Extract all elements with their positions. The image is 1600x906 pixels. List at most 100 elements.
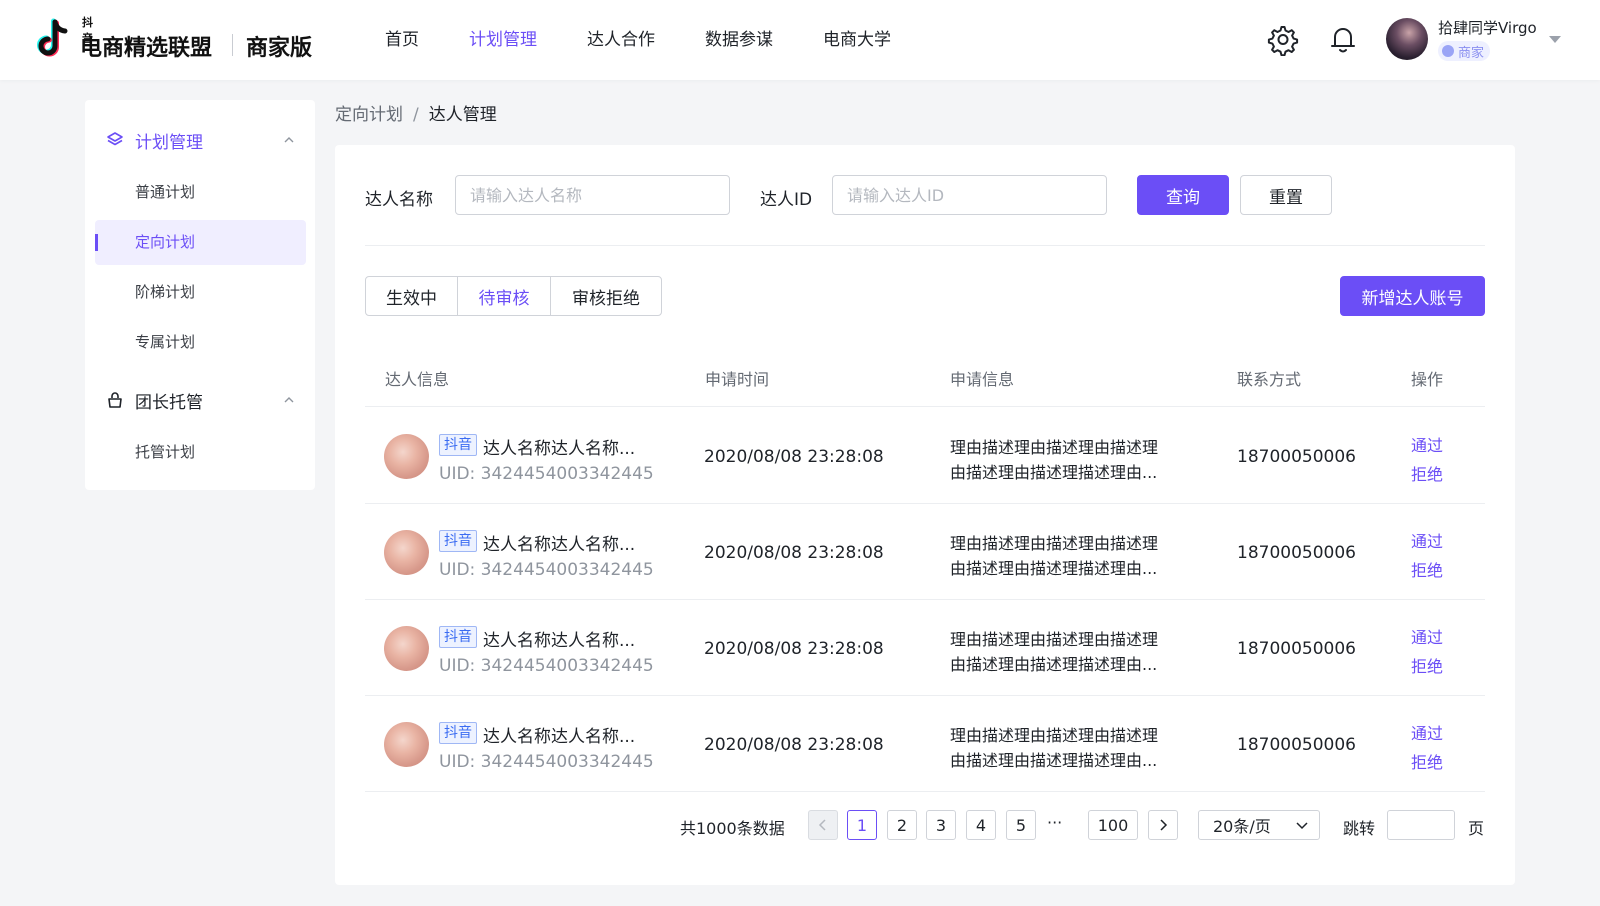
sidebar-item-normal-plan[interactable]: 普通计划 (95, 170, 306, 215)
sidebar-item-hosted-plan[interactable]: 托管计划 (95, 430, 306, 475)
reset-button[interactable]: 重置 (1240, 175, 1332, 215)
tab-review-rejected[interactable]: 审核拒绝 (551, 277, 661, 315)
pagination-page-3[interactable]: 3 (926, 810, 956, 840)
breadcrumb-parent[interactable]: 定向计划 (335, 105, 403, 125)
reject-link[interactable]: 拒绝 (1411, 749, 1443, 773)
platform-tag: 抖音 (439, 434, 477, 456)
add-influencer-account-button[interactable]: 新增达人账号 (1340, 276, 1485, 316)
influencer-name: 达人名称达人名称... (483, 439, 636, 459)
nav-influencer-cooperation[interactable]: 达人合作 (587, 0, 655, 80)
influencer-uid: UID: 3424454003342445 (439, 560, 654, 580)
table-header: 达人信息 申请时间 申请信息 联系方式 操作 (365, 345, 1485, 407)
settings-icon[interactable] (1266, 22, 1300, 56)
influencer-avatar (384, 434, 429, 479)
pagination-next-button[interactable] (1148, 810, 1178, 840)
influencer-name-label: 达人名称 (365, 190, 433, 210)
contact-phone: 18700050006 (1237, 543, 1356, 563)
contact-phone: 18700050006 (1237, 639, 1356, 659)
chevron-up-icon[interactable] (283, 395, 295, 405)
influencer-avatar (384, 530, 429, 575)
pagination-page-5[interactable]: 5 (1006, 810, 1036, 840)
approve-link[interactable]: 通过 (1411, 528, 1443, 552)
user-role-badge: 商家 (1438, 41, 1491, 61)
apply-info-line: 理由描述理由描述理由描述理 (950, 726, 1159, 745)
breadcrumb-current: 达人管理 (428, 105, 497, 125)
page-size-value: 20条/页 (1213, 817, 1271, 836)
douyin-logo-icon (37, 18, 68, 57)
shop-icon (1442, 45, 1454, 57)
pagination-page-2[interactable]: 2 (887, 810, 917, 840)
pagination-total: 共1000条数据 (680, 819, 785, 838)
top-header: 抖音 电商精选联盟 商家版 首页 计划管理 达人合作 数据参谋 电商大学 拾肆同… (0, 0, 1600, 80)
apply-info: 理由描述理由描述理由描述理 由描述理由描述理描述理由... (950, 627, 1158, 677)
sidebar-item-targeted-plan[interactable]: 定向计划 (95, 220, 306, 265)
pagination-page-1[interactable]: 1 (847, 810, 877, 840)
pagination-ellipsis[interactable]: ··· (1047, 813, 1062, 832)
apply-info: 理由描述理由描述理由描述理 由描述理由描述理描述理由... (950, 723, 1158, 773)
reject-link[interactable]: 拒绝 (1411, 557, 1443, 581)
influencer-avatar (384, 626, 429, 671)
influencer-name: 达人名称达人名称... (483, 535, 636, 555)
filter-divider (365, 245, 1485, 246)
contact-phone: 18700050006 (1237, 735, 1356, 755)
tab-active[interactable]: 生效中 (366, 277, 458, 315)
query-button[interactable]: 查询 (1137, 175, 1229, 215)
column-header-contact: 联系方式 (1237, 370, 1302, 389)
platform-tag: 抖音 (439, 530, 477, 552)
sidebar-group-label: 计划管理 (135, 132, 203, 153)
logo-edition-text: 商家版 (246, 36, 313, 61)
pagination-page-last[interactable]: 100 (1088, 810, 1138, 840)
influencer-uid: UID: 3424454003342445 (439, 752, 654, 772)
approve-link[interactable]: 通过 (1411, 432, 1443, 456)
chevron-up-icon[interactable] (283, 135, 295, 145)
column-header-apply-info: 申请信息 (950, 370, 1015, 389)
layers-icon (107, 132, 123, 146)
user-avatar[interactable] (1386, 18, 1428, 60)
pagination-prev-button[interactable] (808, 810, 838, 840)
influencer-uid: UID: 3424454003342445 (439, 464, 654, 484)
apply-info-line: 理由描述理由描述理由描述理 (950, 534, 1159, 553)
reject-link[interactable]: 拒绝 (1411, 653, 1443, 677)
user-role-label: 商家 (1458, 45, 1485, 61)
nav-data-advisor[interactable]: 数据参谋 (705, 0, 773, 80)
brand-logo[interactable]: 抖音 电商精选联盟 商家版 (34, 12, 312, 68)
column-header-influencer-info: 达人信息 (385, 370, 450, 389)
handbag-icon (108, 392, 122, 408)
apply-info-line: 由描述理由描述理描述理由... (950, 655, 1158, 674)
nav-home[interactable]: 首页 (385, 0, 419, 80)
influencer-id-input[interactable] (832, 175, 1107, 215)
approve-link[interactable]: 通过 (1411, 720, 1443, 744)
page-size-select[interactable]: 20条/页 (1198, 810, 1320, 840)
bell-icon[interactable] (1326, 22, 1360, 56)
sidebar-group-label: 团长托管 (135, 392, 203, 413)
reject-link[interactable]: 拒绝 (1411, 461, 1443, 485)
pagination-page-4[interactable]: 4 (966, 810, 996, 840)
sidebar: 计划管理 普通计划 定向计划 阶梯计划 专属计划 团长托管 托管计划 (85, 100, 315, 490)
user-name[interactable]: 拾肆同学Virgo (1438, 17, 1537, 38)
sidebar-item-tiered-plan[interactable]: 阶梯计划 (95, 270, 306, 315)
tab-pending-review[interactable]: 待审核 (458, 277, 551, 315)
main-panel: 达人名称 达人ID 查询 重置 生效中 待审核 审核拒绝 新增达人账号 达人信息… (335, 145, 1515, 885)
influencer-id-label: 达人ID (760, 190, 813, 210)
apply-time: 2020/08/08 23:28:08 (704, 639, 884, 659)
column-header-apply-time: 申请时间 (705, 370, 770, 389)
apply-info-line: 由描述理由描述理描述理由... (950, 559, 1158, 578)
chevron-right-icon (1160, 819, 1168, 831)
sidebar-item-exclusive-plan[interactable]: 专属计划 (95, 320, 306, 365)
sidebar-group-team-leader-hosting[interactable]: 团长托管 (85, 378, 315, 422)
table-row: 抖音 达人名称达人名称... UID: 3424454003342445 202… (365, 600, 1485, 696)
approve-link[interactable]: 通过 (1411, 624, 1443, 648)
user-menu-caret-icon[interactable] (1549, 36, 1561, 43)
table-row: 抖音 达人名称达人名称... UID: 3424454003342445 202… (365, 408, 1485, 504)
influencer-avatar (384, 722, 429, 767)
nav-plan-management[interactable]: 计划管理 (469, 0, 537, 80)
jump-page-input[interactable] (1387, 810, 1455, 840)
logo-divider (232, 34, 233, 56)
apply-time: 2020/08/08 23:28:08 (704, 447, 884, 467)
sidebar-group-plan-management[interactable]: 计划管理 (85, 118, 315, 162)
influencer-name-input[interactable] (455, 175, 730, 215)
apply-time: 2020/08/08 23:28:08 (704, 543, 884, 563)
jump-suffix: 页 (1468, 819, 1485, 838)
apply-info-line: 理由描述理由描述理由描述理 (950, 438, 1159, 457)
nav-ecommerce-university[interactable]: 电商大学 (823, 0, 891, 80)
